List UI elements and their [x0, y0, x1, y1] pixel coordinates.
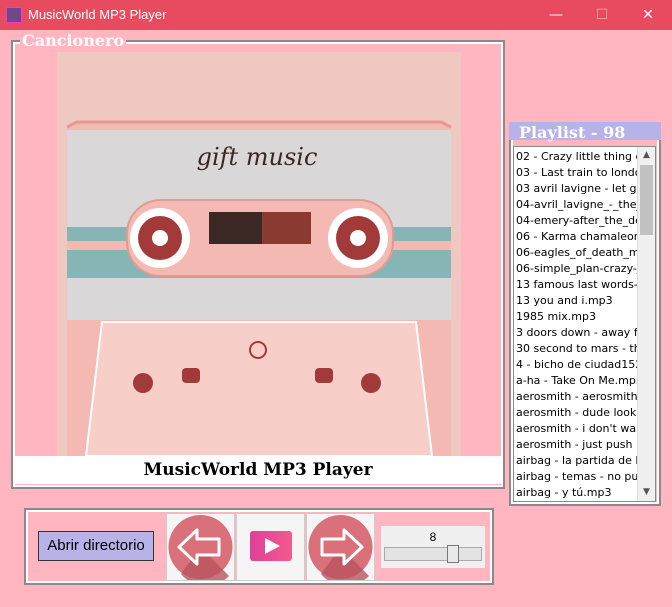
- playlist-item[interactable]: airbag - temas - no puedo.mp3: [514, 469, 638, 485]
- scroll-down-icon[interactable]: ▼: [638, 484, 655, 501]
- art-text: gift music: [197, 143, 318, 171]
- playlist-item[interactable]: airbag - y tú.mp3: [514, 485, 638, 501]
- playlist-item[interactable]: 06-eagles_of_death_metal.mp3: [514, 245, 638, 261]
- playlist-item[interactable]: a-ha - Take On Me.mp3: [514, 373, 638, 389]
- playlist-item[interactable]: 13 famous last words-mcr.mp3: [514, 277, 638, 293]
- playlist-item[interactable]: aerosmith - dude looks like a lady.mp3: [514, 405, 638, 421]
- playlist-item[interactable]: airbag - la partida de la vida.mp3: [514, 453, 638, 469]
- playlist-item[interactable]: 30 second to mars - the kill.mp3: [514, 341, 638, 357]
- scroll-up-icon[interactable]: ▲: [638, 147, 655, 164]
- playlist-item[interactable]: 4 - bicho de ciudad152.mp3: [514, 357, 638, 373]
- app-icon: [6, 7, 22, 23]
- playlist-label: Playlist - 98: [519, 123, 626, 142]
- next-button[interactable]: [306, 513, 375, 586]
- playlist-listbox[interactable]: 02 - Crazy little thing called love.mp30…: [513, 146, 656, 502]
- arrow-left-icon: [168, 515, 233, 586]
- playlist-item[interactable]: aerosmith - aerosmith - dream on.mp3: [514, 389, 638, 405]
- playlist-item[interactable]: 03 - Last train to london.mp3: [514, 165, 638, 181]
- playlist-item[interactable]: 3 doors down - away from the sun.mp3: [514, 325, 638, 341]
- playlist-item[interactable]: 06-simple_plan-crazy-jbm.mp3: [514, 261, 638, 277]
- playlist-scrollbar[interactable]: ▲ ▼: [637, 147, 655, 501]
- playlist-item[interactable]: aerosmith - i don't want to miss a thing…: [514, 421, 638, 437]
- playlist-item[interactable]: 03 avril lavigne - let go.mp3: [514, 181, 638, 197]
- title-bar: MusicWorld MP3 Player — ☐ ✕: [0, 0, 672, 30]
- previous-button[interactable]: [166, 513, 235, 586]
- now-playing-caption: MusicWorld MP3 Player: [15, 456, 501, 484]
- album-art: gift music: [57, 52, 461, 456]
- scroll-thumb[interactable]: [640, 165, 653, 235]
- playlist-item[interactable]: aerosmith - just push play.mp3: [514, 437, 638, 453]
- volume-value: 8: [429, 530, 437, 544]
- play-icon: [250, 531, 292, 561]
- playlist-item[interactable]: 04-emery-after_the_devil_has_been.mp3: [514, 213, 638, 229]
- playlist-item[interactable]: 04-avril_lavigne_-_the_best_damn_thing.m…: [514, 197, 638, 213]
- playlist-item[interactable]: 1985 mix.mp3: [514, 309, 638, 325]
- volume-control: 8: [381, 526, 485, 568]
- volume-track[interactable]: [384, 547, 482, 561]
- arrow-right-icon: [308, 515, 373, 586]
- window-title: MusicWorld MP3 Player: [28, 7, 167, 22]
- playlist-item[interactable]: 06 - Karma chamaleon.mp3: [514, 229, 638, 245]
- minimize-button[interactable]: —: [533, 0, 579, 30]
- close-button[interactable]: ✕: [625, 0, 671, 30]
- volume-slider-thumb[interactable]: [446, 545, 459, 563]
- playlist-items: 02 - Crazy little thing called love.mp30…: [514, 149, 638, 501]
- playlist-item[interactable]: 13 you and i.mp3: [514, 293, 638, 309]
- maximize-button[interactable]: ☐: [579, 0, 625, 30]
- open-directory-button[interactable]: Abrir directorio: [38, 531, 154, 561]
- playlist-item[interactable]: 02 - Crazy little thing called love.mp3: [514, 149, 638, 165]
- play-button[interactable]: [236, 513, 305, 581]
